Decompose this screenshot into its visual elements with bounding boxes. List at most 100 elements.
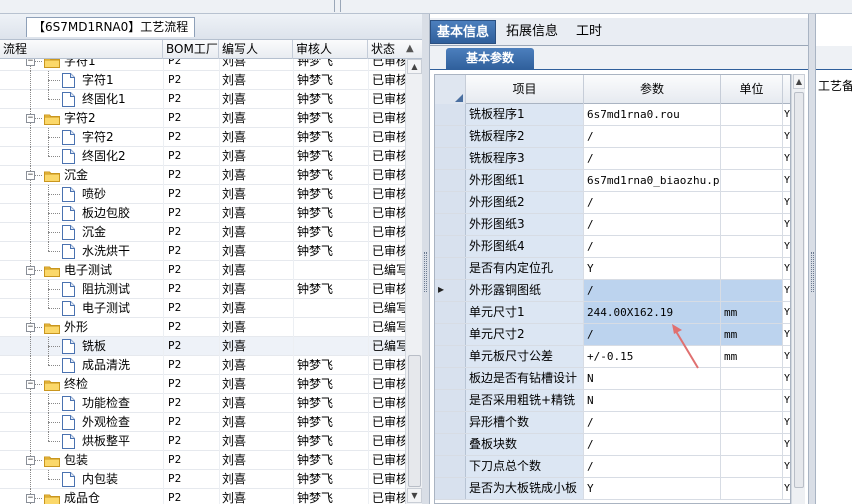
collapse-toggle-icon[interactable]: − [26, 494, 35, 503]
unit-cell[interactable] [721, 390, 783, 411]
param-row[interactable]: 叠板块数 / Y [435, 434, 790, 456]
grid-vertical-scrollbar[interactable]: ▲ [791, 74, 805, 504]
param-row[interactable]: 下刀点总个数 / Y [435, 456, 790, 478]
param-value-cell[interactable]: / [584, 236, 721, 257]
tree-folder-row[interactable]: − 字符2 P2 刘喜 钟梦飞 已审核 [0, 109, 405, 128]
tree-step-row[interactable]: 沉金 P2 刘喜 钟梦飞 已审核 [0, 223, 405, 242]
param-row[interactable]: 是否采用粗铣+精铣 N Y [435, 390, 790, 412]
right-splitter[interactable] [808, 14, 816, 504]
row-header[interactable] [435, 258, 466, 279]
collapse-toggle-icon[interactable]: − [26, 266, 35, 275]
unit-cell[interactable] [721, 148, 783, 169]
collapse-toggle-icon[interactable]: − [26, 59, 35, 66]
tree-folder-row[interactable]: − 沉金 P2 刘喜 钟梦飞 已审核 [0, 166, 405, 185]
param-value-cell[interactable]: / [584, 126, 721, 147]
unit-cell[interactable] [721, 258, 783, 279]
param-value-cell[interactable]: Y [584, 478, 721, 499]
row-header[interactable] [435, 478, 466, 499]
scroll-thumb[interactable] [794, 92, 804, 488]
col-header-bom[interactable]: BOM工厂 [163, 40, 219, 59]
col-header-item[interactable]: 项目 [466, 75, 584, 104]
tree-step-row[interactable]: 电子测试 P2 刘喜 已编写 [0, 299, 405, 318]
col-header-flow[interactable]: 流程 [0, 40, 163, 59]
unit-cell[interactable]: mm [721, 324, 783, 345]
row-header[interactable] [435, 390, 466, 411]
tree-step-row[interactable]: 板边包胶 P2 刘喜 钟梦飞 已审核 [0, 204, 405, 223]
tree-step-row[interactable]: 喷砂 P2 刘喜 钟梦飞 已审核 [0, 185, 405, 204]
param-value-cell[interactable]: / [584, 148, 721, 169]
row-header[interactable] [435, 148, 466, 169]
param-value-cell[interactable]: N [584, 368, 721, 389]
row-header[interactable] [435, 324, 466, 345]
tree-folder-row[interactable]: − 外形 P2 刘喜 已编写 [0, 318, 405, 337]
param-row[interactable]: 铣板程序3/ Y [435, 148, 790, 170]
param-value-cell[interactable]: / [584, 434, 721, 455]
col-header-status[interactable]: 状态 ▲ [368, 40, 422, 59]
unit-cell[interactable] [721, 104, 783, 125]
tree-step-row[interactable]: 铣板 P2 刘喜 已编写 [0, 337, 405, 356]
tree-step-row[interactable]: 字符1 P2 刘喜 钟梦飞 已审核 [0, 71, 405, 90]
unit-cell[interactable] [721, 368, 783, 389]
row-header[interactable] [435, 170, 466, 191]
unit-cell[interactable] [721, 236, 783, 257]
scroll-up-icon[interactable]: ▲ [793, 74, 805, 89]
tab-basic-info[interactable]: 基本信息 [430, 20, 497, 44]
row-header[interactable] [435, 456, 466, 477]
col-header-author[interactable]: 编写人 [219, 40, 293, 59]
param-value-cell[interactable]: / [584, 214, 721, 235]
param-row[interactable]: 铣板程序2/ Y [435, 126, 790, 148]
param-value-cell[interactable]: 244.00X162.19 [584, 302, 721, 323]
param-value-cell[interactable]: N [584, 390, 721, 411]
tree-step-row[interactable]: 阻抗测试 P2 刘喜 钟梦飞 已审核 [0, 280, 405, 299]
param-value-cell[interactable]: +/-0.15 [584, 346, 721, 367]
param-row[interactable]: 板边是否有钻槽设计 N Y [435, 368, 790, 390]
tree-step-row[interactable]: 水洗烘干 P2 刘喜 钟梦飞 已审核 [0, 242, 405, 261]
unit-cell[interactable] [721, 434, 783, 455]
tree-folder-row[interactable]: − 成品仓 P2 刘喜 钟梦飞 已审核 [0, 489, 405, 504]
tree-folder-row[interactable]: − 包装 P2 刘喜 钟梦飞 已审核 [0, 451, 405, 470]
row-header[interactable] [435, 302, 466, 323]
collapse-toggle-icon[interactable]: − [26, 380, 35, 389]
tree-step-row[interactable]: 字符2 P2 刘喜 钟梦飞 已审核 [0, 128, 405, 147]
tree-step-row[interactable]: 终固化2 P2 刘喜 钟梦飞 已审核 [0, 147, 405, 166]
left-splitter[interactable] [422, 14, 430, 504]
param-row[interactable]: 是否为大板铣成小板 Y Y [435, 478, 790, 500]
param-value-cell[interactable]: 6s7md1rna0_biaozhu.pdf [584, 170, 721, 191]
unit-cell[interactable] [721, 412, 783, 433]
param-row[interactable]: 外形图纸1 6s7md1rna0_biaozhu.pdf Y [435, 170, 790, 192]
unit-cell[interactable] [721, 192, 783, 213]
param-row[interactable]: 异形槽个数 / Y [435, 412, 790, 434]
tree-folder-row[interactable]: − 终检 P2 刘喜 钟梦飞 已审核 [0, 375, 405, 394]
collapse-toggle-icon[interactable]: − [26, 114, 35, 123]
process-flow-tab[interactable]: 【6S7MD1RNA0】工艺流程 [26, 17, 196, 37]
scroll-down-icon[interactable]: ▼ [407, 488, 422, 503]
param-value-cell[interactable]: Y [584, 258, 721, 279]
row-header[interactable] [435, 368, 466, 389]
unit-cell[interactable] [721, 478, 783, 499]
collapse-toggle-icon[interactable]: − [26, 456, 35, 465]
tree-step-row[interactable]: 终固化1 P2 刘喜 钟梦飞 已审核 [0, 90, 405, 109]
tree-step-row[interactable]: 功能检查 P2 刘喜 钟梦飞 已审核 [0, 394, 405, 413]
tab-work-hours[interactable]: 工时 [570, 20, 608, 44]
tab-extended-info[interactable]: 拓展信息 [500, 20, 564, 44]
row-header[interactable] [435, 214, 466, 235]
tree-vertical-scrollbar[interactable]: ▲ ▼ [405, 59, 422, 504]
param-row[interactable]: 外形图纸3/ Y [435, 214, 790, 236]
param-row[interactable]: 外形图纸2/ Y [435, 192, 790, 214]
collapse-toggle-icon[interactable]: − [26, 171, 35, 180]
param-value-cell[interactable]: / [584, 412, 721, 433]
unit-cell[interactable] [721, 126, 783, 147]
tree-step-row[interactable]: 外观检查 P2 刘喜 钟梦飞 已审核 [0, 413, 405, 432]
tree-step-row[interactable]: 烘板整平 P2 刘喜 钟梦飞 已审核 [0, 432, 405, 451]
param-value-cell[interactable]: / [584, 192, 721, 213]
param-value-cell[interactable]: 6s7md1rna0.rou [584, 104, 721, 125]
row-header[interactable] [435, 104, 466, 125]
tree-step-row[interactable]: 内包装 P2 刘喜 钟梦飞 已审核 [0, 470, 405, 489]
subtab-basic-params[interactable]: 基本参数 [446, 48, 535, 70]
param-row[interactable]: 单元尺寸2/mm Y [435, 324, 790, 346]
unit-cell[interactable] [721, 170, 783, 191]
unit-cell[interactable]: mm [721, 302, 783, 323]
row-header[interactable] [435, 434, 466, 455]
unit-cell[interactable]: mm [721, 346, 783, 367]
row-header[interactable] [435, 412, 466, 433]
